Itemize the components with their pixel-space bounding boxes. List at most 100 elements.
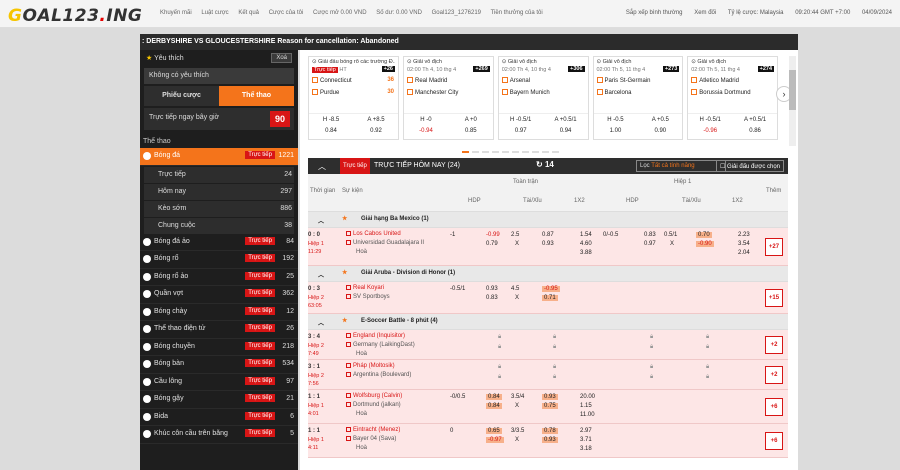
odds-cell[interactable]: -0.95 bbox=[542, 286, 560, 292]
featured-match-card[interactable]: ⊙ Giải vô địch 02:00 Th 5, 11 thg 4 +273 … bbox=[592, 56, 684, 140]
sort-select[interactable]: Sắp xếp bình thường bbox=[626, 10, 683, 16]
chevron-up-icon[interactable]: ︿ bbox=[318, 270, 324, 279]
featured-match-card[interactable]: ⊙ Giải vô địch 02:00 Th 4, 10 thg 4 +269 … bbox=[403, 56, 494, 140]
more-markets-button[interactable]: +27 bbox=[765, 238, 783, 256]
selected-leagues-button[interactable]: ☐ Giải đấu được chọn bbox=[715, 160, 784, 172]
more-markets-badge[interactable]: +274 bbox=[757, 66, 774, 72]
sidebar-item-sport[interactable]: Bóng rổ ảo Trực tiếp 25 bbox=[140, 269, 298, 286]
odds-cell[interactable]: 0.78 bbox=[542, 428, 558, 434]
odds-cell[interactable]: 2.97 bbox=[580, 428, 592, 434]
sidebar-item-sport[interactable]: Bóng chày Trực tiếp 12 bbox=[140, 304, 298, 321]
more-markets-badge[interactable]: +306 bbox=[568, 66, 585, 72]
sidebar-item-sport[interactable]: Bóng chuyền Trực tiếp 218 bbox=[140, 339, 298, 356]
more-markets-button[interactable]: +6 bbox=[765, 398, 783, 416]
more-markets-badge[interactable]: +269 bbox=[473, 66, 490, 72]
sidebar-item-sport[interactable]: Bóng đá ảo Trực tiếp 84 bbox=[140, 234, 298, 251]
away-odds[interactable]: 0.86 bbox=[735, 128, 775, 134]
odds-cell[interactable]: 2.23 bbox=[738, 232, 750, 238]
site-logo[interactable]: GOAL123.ING bbox=[8, 6, 142, 26]
featured-match-card[interactable]: ⊙ Giải vô địch 02:00 Th 4, 10 thg 4 +306 … bbox=[497, 56, 589, 140]
odds-cell[interactable]: 0.87 bbox=[542, 232, 554, 238]
odds-cell[interactable]: 0.84 bbox=[486, 394, 502, 400]
odds-cell[interactable]: 0.79 bbox=[486, 241, 498, 247]
odds-cell[interactable]: 0.84 bbox=[486, 403, 502, 409]
home-odds[interactable]: 0.97 bbox=[501, 128, 541, 134]
odds-cell[interactable]: 0.65 bbox=[486, 428, 502, 434]
odds-cell[interactable]: 0.93 bbox=[486, 286, 498, 292]
chevron-up-icon[interactable]: ︿ bbox=[318, 161, 326, 172]
away-odds[interactable]: 0.90 bbox=[640, 128, 680, 134]
league-header[interactable]: ︿ ★ Giải hạng Ba Mexico (1) bbox=[308, 212, 788, 228]
sidebar-subitem[interactable]: Trực tiếp 24 bbox=[144, 166, 294, 183]
odds-cell[interactable]: 11.00 bbox=[580, 412, 595, 418]
featured-match-card[interactable]: ⊙ Giải đấu bóng rổ các trường Đ... Trực … bbox=[308, 56, 399, 140]
star-icon[interactable]: ★ bbox=[342, 317, 347, 324]
odds-cell[interactable]: -0.97 bbox=[486, 437, 504, 443]
away-odds[interactable]: 0.94 bbox=[546, 128, 586, 134]
odds-cell[interactable]: 0.83 bbox=[644, 232, 656, 238]
chevron-up-icon[interactable]: ︿ bbox=[318, 318, 324, 327]
filter-select[interactable]: Lọc Tất cả tính năng bbox=[636, 160, 726, 172]
clear-favorites-button[interactable]: Xoá bbox=[271, 53, 292, 63]
odds-cell[interactable]: 0.83 bbox=[486, 295, 498, 301]
odds-cell[interactable]: 3.71 bbox=[580, 437, 592, 443]
more-markets-button[interactable]: +6 bbox=[765, 432, 783, 450]
refresh-button[interactable]: ↻ 14 bbox=[536, 160, 554, 169]
odds-cell[interactable]: 0.97 bbox=[644, 241, 656, 247]
home-odds[interactable]: 0.84 bbox=[311, 128, 351, 134]
odds-cell[interactable]: 20.00 bbox=[580, 394, 595, 400]
league-header[interactable]: ︿ ★ Giải Aruba - Division di Honor (1) bbox=[308, 266, 788, 282]
odds-cell[interactable]: -0.90 bbox=[696, 241, 714, 247]
username[interactable]: Goal123_1276219 bbox=[432, 10, 481, 16]
tab-betslip[interactable]: Phiếu cược bbox=[144, 86, 219, 106]
more-markets-badge[interactable]: +273 bbox=[662, 66, 680, 72]
odds-cell[interactable]: 1.54 bbox=[580, 232, 592, 238]
more-markets-button[interactable]: +15 bbox=[765, 289, 783, 307]
odds-cell[interactable]: -0.99 bbox=[486, 232, 500, 238]
more-markets-badge[interactable]: +26 bbox=[381, 66, 395, 72]
odds-cell[interactable]: 4.60 bbox=[580, 241, 592, 247]
nav-results[interactable]: Kết quả bbox=[238, 10, 259, 16]
star-icon[interactable]: ★ bbox=[342, 269, 347, 276]
sidebar-item-sport[interactable]: Thể thao điện tử Trực tiếp 26 bbox=[140, 321, 298, 339]
sidebar-item-sport[interactable]: Khúc côn cầu trên băng Trực tiếp 5 bbox=[140, 426, 298, 444]
view-select[interactable]: Xem đối bbox=[694, 10, 716, 16]
sidebar-item-sport[interactable]: Bida Trực tiếp 6 bbox=[140, 409, 298, 426]
home-odds[interactable]: -0.96 bbox=[690, 128, 730, 134]
nav-my-bets[interactable]: Cược của tôi bbox=[269, 10, 304, 16]
nav-promo[interactable]: Khuyến mãi bbox=[160, 10, 192, 16]
sidebar-item-sport[interactable]: Bóng rổ Trực tiếp 192 bbox=[140, 251, 298, 269]
odds-cell[interactable]: 0.93 bbox=[542, 241, 554, 247]
sidebar-subitem[interactable]: Kèo sớm 886 bbox=[144, 200, 294, 217]
more-markets-button[interactable]: +2 bbox=[765, 366, 783, 384]
chevron-up-icon[interactable]: ︿ bbox=[318, 216, 324, 225]
sidebar-item-sport[interactable]: Quần vợt Trực tiếp 362 bbox=[140, 286, 298, 304]
star-icon[interactable]: ★ bbox=[342, 215, 347, 222]
odds-cell[interactable]: 1.15 bbox=[580, 403, 592, 409]
away-odds[interactable]: 0.85 bbox=[451, 128, 491, 134]
live-now-row[interactable]: Trực tiếp ngay bây giờ 90 bbox=[144, 108, 294, 130]
odds-cell[interactable]: 0.75 bbox=[542, 403, 558, 409]
odds-cell[interactable]: 3.18 bbox=[580, 446, 592, 452]
nav-open-bets[interactable]: Cược mở 0.00 VND bbox=[313, 10, 367, 16]
nav-my-bonus[interactable]: Tiền thưởng của tôi bbox=[491, 10, 543, 16]
odds-cell[interactable]: 3.88 bbox=[580, 250, 592, 256]
odds-format-select[interactable]: Tỷ lệ cược: Malaysia bbox=[728, 10, 784, 16]
sidebar-subitem[interactable]: Chung cuộc 38 bbox=[144, 217, 294, 234]
away-odds[interactable]: 0.92 bbox=[356, 128, 396, 134]
odds-cell[interactable]: 0.70 bbox=[696, 232, 712, 238]
league-header[interactable]: ︿ ★ E-Soccer Battle - 8 phút (4) bbox=[308, 314, 788, 330]
featured-match-card[interactable]: ⊙ Giải vô địch 02:00 Th 5, 11 thg 4 +274 … bbox=[687, 56, 778, 140]
home-odds[interactable]: 1.00 bbox=[596, 128, 636, 134]
sidebar-item-football[interactable]: Bóng đá Trực tiếp 1221 bbox=[140, 148, 298, 166]
sidebar-item-sport[interactable]: Cầu lông Trực tiếp 97 bbox=[140, 374, 298, 391]
odds-cell[interactable]: 0.93 bbox=[542, 437, 558, 443]
sidebar-item-sport[interactable]: Bóng bàn Trực tiếp 534 bbox=[140, 356, 298, 374]
nav-rules[interactable]: Luật cược bbox=[201, 10, 228, 16]
more-markets-button[interactable]: +2 bbox=[765, 336, 783, 354]
sidebar-item-sport[interactable]: Bóng gậy Trực tiếp 21 bbox=[140, 391, 298, 409]
tab-sports[interactable]: Thể thao bbox=[219, 86, 294, 106]
home-odds[interactable]: -0.94 bbox=[406, 128, 446, 134]
odds-cell[interactable]: 0.93 bbox=[542, 394, 558, 400]
odds-cell[interactable]: 2.04 bbox=[738, 250, 750, 256]
